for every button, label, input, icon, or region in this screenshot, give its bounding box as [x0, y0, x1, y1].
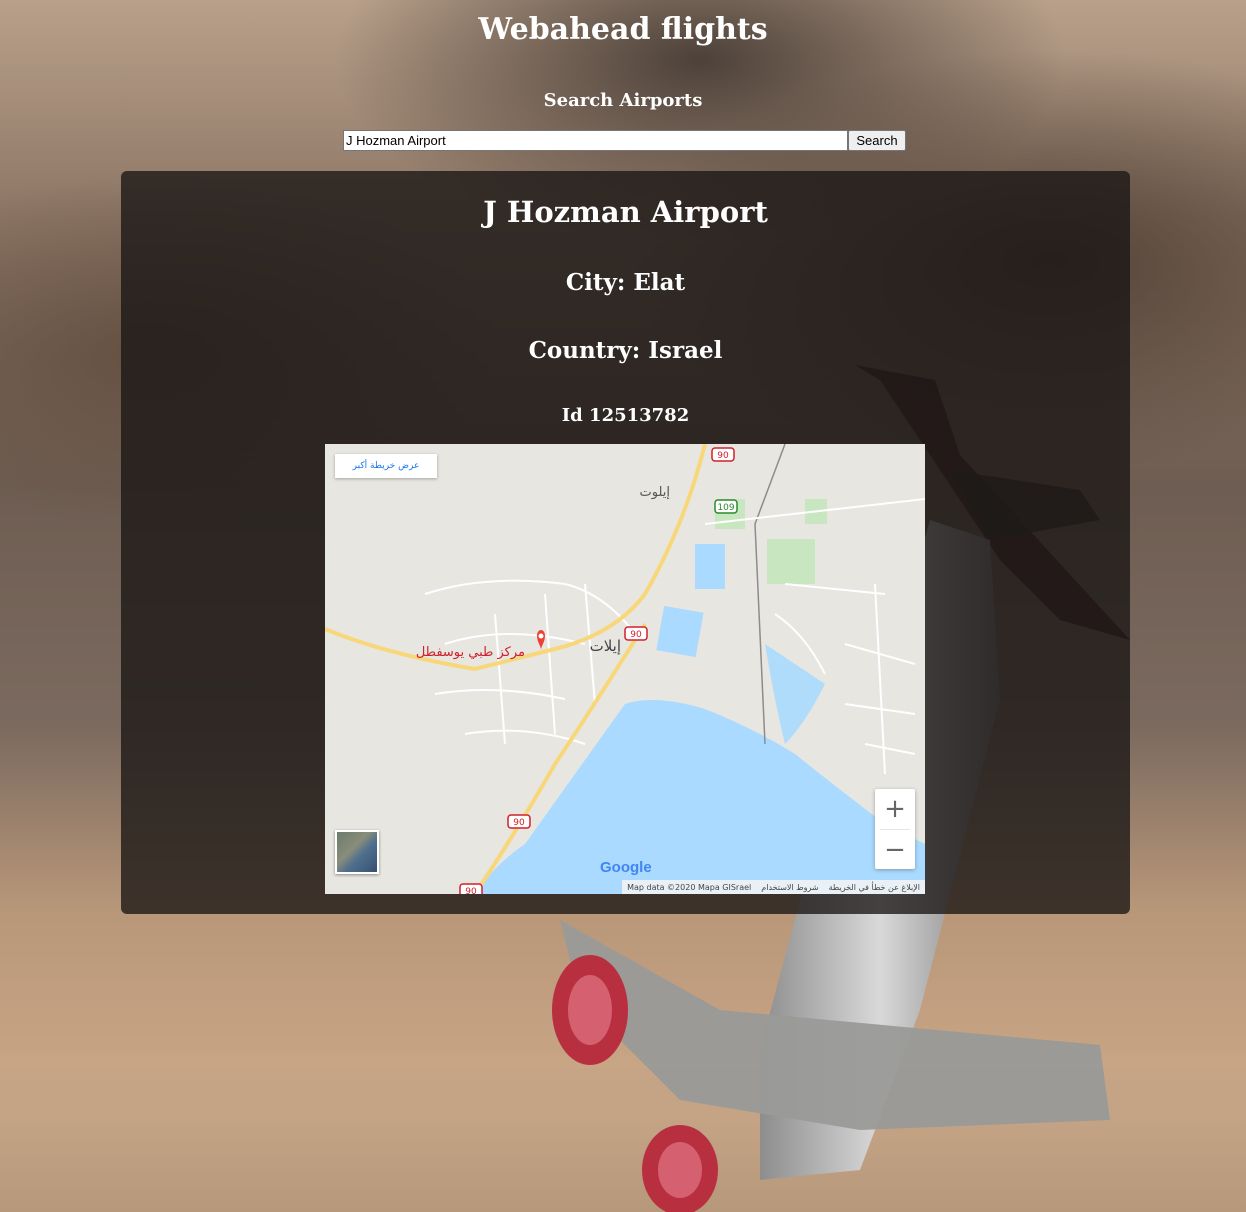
report-error-link[interactable]: الإبلاغ عن خطأ في الخريطة [824, 883, 925, 892]
app-title: Webahead flights [478, 12, 768, 47]
map-data-credit: Map data ©2020 Mapa GISrael [627, 882, 752, 892]
google-logo-text: Google [600, 859, 652, 876]
search-input[interactable] [343, 130, 848, 151]
satellite-thumbnail-icon[interactable] [335, 830, 379, 874]
search-button[interactable]: Search [848, 130, 906, 151]
airport-map[interactable]: 90 109 90 90 90 إيلوت إيلات مركز طبي يوس… [325, 444, 925, 894]
svg-text:109: 109 [717, 503, 734, 513]
map-label-north: إيلوت [640, 485, 671, 500]
svg-text:90: 90 [717, 451, 729, 461]
map-marker-label: مركز طبي يوسفطل [416, 645, 525, 660]
plus-icon[interactable]: + [875, 789, 915, 829]
minus-icon[interactable]: − [875, 830, 915, 870]
road-shield: 90 [507, 814, 531, 829]
svg-text:90: 90 [513, 818, 525, 828]
airport-name: J Hozman Airport [483, 195, 768, 229]
terms-link[interactable]: شروط الاستخدام [756, 883, 823, 892]
search-heading: Search Airports [543, 90, 703, 111]
marina [695, 544, 725, 589]
road-shield: 90 [459, 883, 483, 894]
view-larger-map-link[interactable]: عرض خريطة أكبر [335, 454, 437, 478]
map-attribution: Map data ©2020 Mapa GISrael شروط الاستخد… [622, 880, 925, 894]
svg-text:90: 90 [465, 887, 477, 894]
map-label-city: إيلات [590, 637, 621, 655]
search-bar: Search [343, 130, 906, 151]
marina [656, 605, 704, 658]
airport-id: Id 12513782 [561, 405, 690, 426]
svg-text:90: 90 [630, 630, 642, 640]
road-shield: 90 [711, 447, 735, 462]
airport-details-panel: J Hozman Airport City: Elat Country: Isr… [121, 171, 1130, 914]
airport-city: City: Elat [565, 269, 686, 296]
airport-country: Country: Israel [528, 337, 723, 364]
map-canvas[interactable]: 90 109 90 90 90 إيلوت إيلات مركز طبي يوس… [325, 444, 925, 894]
road-shield: 109 [714, 499, 738, 514]
park-area [767, 539, 815, 584]
zoom-controls: + − [875, 789, 915, 869]
road-shield: 90 [624, 626, 648, 641]
google-logo: Google [600, 859, 652, 876]
